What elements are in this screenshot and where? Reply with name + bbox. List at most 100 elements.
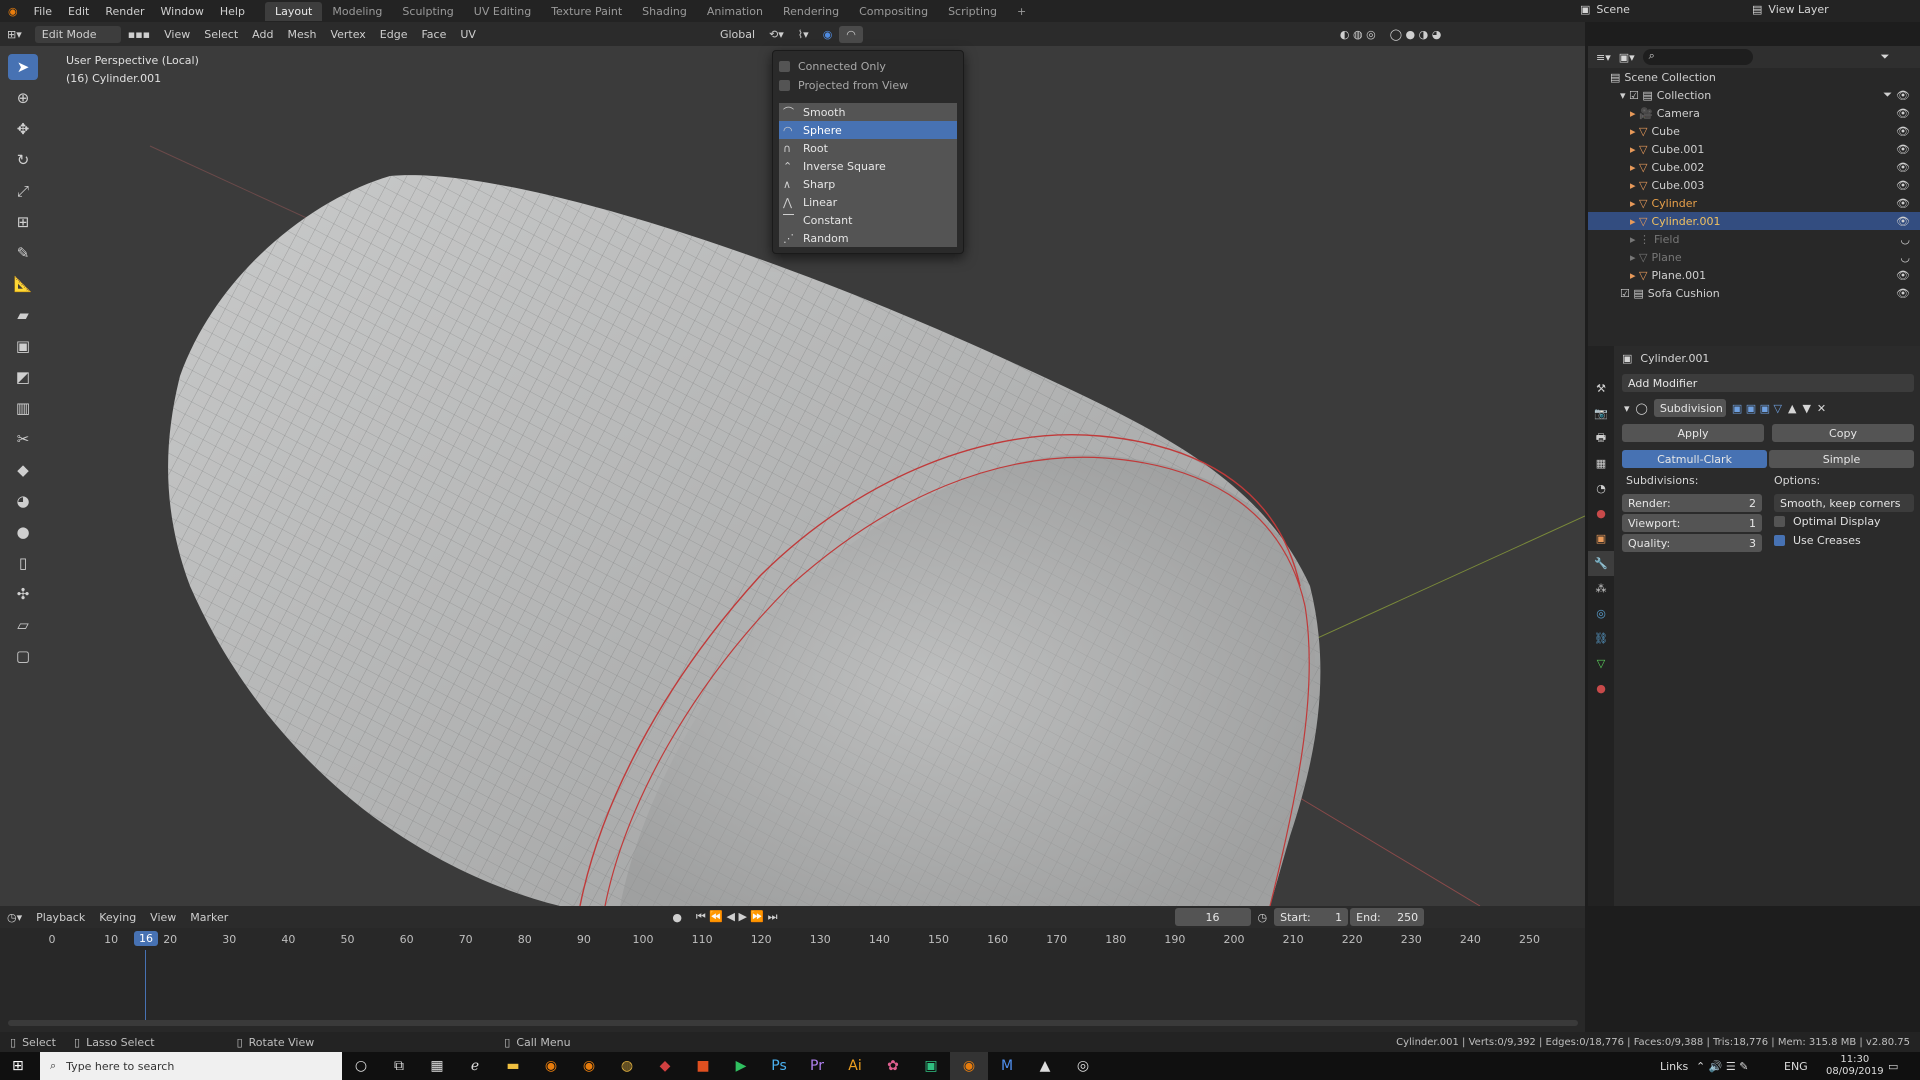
menu-uv[interactable]: UV	[453, 26, 483, 43]
visibility-eye-icon[interactable]: 👁	[1896, 143, 1910, 156]
visibility-eye-icon[interactable]: ◡	[1900, 251, 1910, 264]
collapse-arrow-icon[interactable]: ▾	[1624, 402, 1630, 415]
frame-ruler[interactable]: 0 10 20 30 40 50 60 70 80 90 100 110 120 130 140 150 160…	[0, 928, 1585, 950]
falloff-constant[interactable]: ⎺ Constant	[779, 211, 957, 229]
outliner-item[interactable]: ▸ 🎥 Camera 👁	[1588, 104, 1920, 122]
bevel-tool-icon[interactable]: ◩	[8, 364, 38, 390]
pivot-icon[interactable]: ⟲▾	[762, 26, 791, 43]
language-indicator[interactable]: ENG	[1784, 1060, 1808, 1073]
move-up-icon[interactable]: ▲	[1788, 402, 1796, 415]
mode-selector[interactable]: Edit Mode	[34, 25, 121, 43]
navigation-gizmo[interactable]	[1540, 54, 1570, 84]
start-frame-field[interactable]: Start: 1	[1274, 908, 1349, 926]
edge-icon[interactable]: ℯ	[456, 1052, 494, 1080]
proportional-edit-icon[interactable]: ◉	[816, 26, 840, 43]
falloff-linear[interactable]: ⋀ Linear	[779, 193, 957, 211]
outliner-editor-icon[interactable]: ≡▾	[1596, 51, 1611, 64]
blender-app-icon-2[interactable]: ◉	[570, 1052, 608, 1080]
world-tab-icon[interactable]: ●	[1588, 501, 1614, 526]
expand-icon[interactable]: ▾ ☑ ▤	[1620, 89, 1653, 102]
view-layer-name[interactable]: View Layer	[1768, 3, 1828, 16]
annotate-tool-icon[interactable]: ✎	[8, 240, 38, 266]
use-creases-checkbox[interactable]: Use Creases	[1774, 531, 1914, 550]
visibility-eye-icon[interactable]: 👁	[1896, 197, 1910, 210]
app-icon-circle[interactable]: ◎	[1064, 1052, 1102, 1080]
loop-cut-tool-icon[interactable]: ▥	[8, 395, 38, 421]
app-icon-orange[interactable]: ■	[684, 1052, 722, 1080]
tab-scripting[interactable]: Scripting	[938, 2, 1007, 21]
shear-tool-icon[interactable]: ▱	[8, 612, 38, 638]
extrude-tool-icon[interactable]: ▰	[8, 302, 38, 328]
rip-tool-icon[interactable]: ▢	[8, 643, 38, 669]
menu-mesh[interactable]: Mesh	[280, 26, 323, 43]
file-explorer-icon[interactable]: ▬	[494, 1052, 532, 1080]
spin-tool-icon[interactable]: ◕	[8, 488, 38, 514]
data-tab-icon[interactable]: ▽	[1588, 651, 1614, 676]
menu-timeline-view[interactable]: View	[143, 909, 183, 926]
outliner-item[interactable]: ▸ ⋮ Field ◡	[1588, 230, 1920, 248]
clock[interactable]: 11:30 08/09/2019	[1826, 1054, 1884, 1078]
menu-view[interactable]: View	[157, 26, 197, 43]
menu-render[interactable]: Render	[97, 5, 152, 18]
modifier-name-field[interactable]: Subdivision	[1653, 399, 1726, 417]
visibility-eye-icon[interactable]: 👁	[1896, 161, 1910, 174]
chrome-icon[interactable]: ◍	[608, 1052, 646, 1080]
visibility-eye-icon[interactable]: 👁	[1896, 89, 1910, 102]
scale-tool-icon[interactable]: ⤢	[8, 178, 38, 204]
outliner-item[interactable]: ▸ ▽ Plane.001 👁	[1588, 266, 1920, 284]
inset-tool-icon[interactable]: ▣	[8, 333, 38, 359]
falloff-root[interactable]: ∩ Root	[779, 139, 957, 157]
menu-edge[interactable]: Edge	[373, 26, 415, 43]
menu-file[interactable]: File	[26, 5, 60, 18]
outliner-item[interactable]: ▸ ▽ Cube 👁	[1588, 122, 1920, 140]
menu-face[interactable]: Face	[414, 26, 453, 43]
outliner-search-field[interactable]: ⌕	[1642, 49, 1753, 65]
filter-icon[interactable]: ⏷	[1881, 50, 1890, 64]
menu-playback[interactable]: Playback	[29, 909, 92, 926]
material-tab-icon[interactable]: ●	[1588, 676, 1614, 701]
uv-smooth-dropdown[interactable]: Smooth, keep corners	[1774, 494, 1914, 512]
playback-controls-icons[interactable]: ⏮ ⏪ ◀ ▶ ⏩ ⏭	[689, 908, 785, 926]
orientation-selector[interactable]: Global	[713, 26, 762, 43]
render-levels-field[interactable]: Render: 2	[1622, 494, 1762, 512]
output-tab-icon[interactable]: 🖶	[1588, 426, 1614, 451]
tab-animation[interactable]: Animation	[697, 2, 773, 21]
smooth-tool-icon[interactable]: ●	[8, 519, 38, 545]
media-player-icon[interactable]: ▶	[722, 1052, 760, 1080]
app-icon-green[interactable]: ▣	[912, 1052, 950, 1080]
scene-tab-icon[interactable]: ◔	[1588, 476, 1614, 501]
collection-row[interactable]: ▾ ☑ ▤ Collection ⏷ 👁	[1588, 86, 1920, 104]
app-icon-m[interactable]: M	[988, 1052, 1026, 1080]
current-frame-field[interactable]: 16	[1174, 908, 1251, 926]
tab-modeling[interactable]: Modeling	[322, 2, 392, 21]
photos-icon[interactable]: ▲	[1026, 1052, 1064, 1080]
measure-tool-icon[interactable]: 📐	[8, 271, 38, 297]
falloff-random[interactable]: ⋰ Random	[779, 229, 957, 247]
visibility-eye-icon[interactable]: ◡	[1900, 233, 1910, 246]
scene-name[interactable]: Scene	[1596, 3, 1630, 16]
rotate-tool-icon[interactable]: ↻	[8, 147, 38, 173]
timeline-scrollbar[interactable]	[8, 1020, 1578, 1026]
menu-select[interactable]: Select	[197, 26, 245, 43]
edge-slide-tool-icon[interactable]: ▯	[8, 550, 38, 576]
projected-from-view-checkbox[interactable]: Projected from View	[779, 76, 957, 95]
menu-window[interactable]: Window	[153, 5, 212, 18]
select-toggle-icon[interactable]: ⏷	[1883, 88, 1892, 102]
timeline[interactable]: 0 10 20 30 40 50 60 70 80 90 100 110 120 130 140 150 160…	[0, 928, 1585, 1032]
quality-field[interactable]: Quality: 3	[1622, 534, 1762, 552]
outliner-item[interactable]: ▸ ▽ Cube.001 👁	[1588, 140, 1920, 158]
clock-icon[interactable]: ◷	[1251, 909, 1275, 926]
display-mode-icon[interactable]: ▣▾	[1619, 51, 1635, 64]
viewport-levels-field[interactable]: Viewport: 1	[1622, 514, 1762, 532]
view-layer-tab-icon[interactable]: ▦	[1588, 451, 1614, 476]
move-down-icon[interactable]: ▼	[1802, 402, 1810, 415]
modifier-visibility-icons[interactable]: ▣ ▣ ▣ ▽	[1732, 402, 1782, 415]
falloff-sharp[interactable]: ∧ Sharp	[779, 175, 957, 193]
tab-texture-paint[interactable]: Texture Paint	[541, 2, 632, 21]
outliner-item[interactable]: ▸ ▽ Cylinder 👁	[1588, 194, 1920, 212]
visibility-eye-icon[interactable]: 👁	[1896, 179, 1910, 192]
blender-logo-icon[interactable]: ◉	[0, 5, 26, 18]
falloff-smooth[interactable]: ⌒ Smooth	[779, 103, 957, 121]
visibility-eye-icon[interactable]: 👁	[1896, 125, 1910, 138]
notification-icon[interactable]: ▭	[1888, 1060, 1898, 1073]
